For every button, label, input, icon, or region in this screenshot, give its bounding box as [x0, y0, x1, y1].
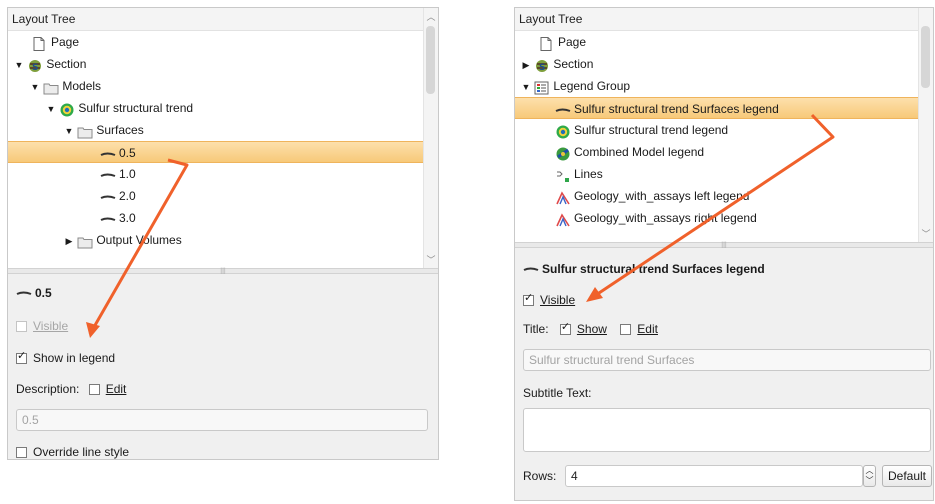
tree-item-page[interactable]: Page [8, 31, 424, 53]
right-panel: Layout Tree Page ▶ S Section ▼ Legend Gro… [514, 7, 934, 501]
checkmark-icon: ✓ [524, 292, 534, 304]
tree-item-sulfur-legend[interactable]: Sulfur structural trend legend [515, 119, 919, 141]
override-line-style-checkbox[interactable]: Override line style [16, 445, 129, 459]
properties-pane: Sulfur structural trend Surfaces legend … [515, 248, 933, 500]
layout-tree-header: Layout Tree [515, 8, 933, 31]
edit-checkbox[interactable] [88, 384, 100, 395]
show-checkbox[interactable]: ✓ [559, 321, 571, 335]
page-icon [32, 36, 48, 51]
title-field[interactable]: Sulfur structural trend Surfaces [523, 349, 931, 371]
properties-heading: Sulfur structural trend Surfaces legend [523, 262, 765, 277]
layout-tree: Page ▼ S Section ▼ Models ▼ Sulfur struct… [8, 31, 424, 269]
checkbox-box[interactable] [16, 447, 27, 458]
surface-line-icon [100, 147, 116, 161]
legend-group-icon [534, 80, 550, 95]
folder-icon [77, 234, 93, 249]
scroll-down-icon[interactable]: ﹀ [919, 227, 933, 240]
description-field[interactable]: 0.5 [16, 409, 428, 431]
left-panel: Layout Tree Page ▼ S Section ▼ Models ▼ S… [7, 7, 439, 460]
surface-line-icon [16, 287, 32, 301]
checkmark-icon: ✓ [560, 321, 571, 333]
tree-item-section[interactable]: ▶ S Section [515, 53, 919, 75]
expanded-arrow-icon[interactable]: ▼ [521, 76, 531, 98]
folder-icon [43, 80, 59, 95]
tree-item-sulfur-structural-trend[interactable]: ▼ Sulfur structural trend [8, 97, 424, 119]
tree-item-lines[interactable]: Lines [515, 163, 919, 185]
tree-item-surface-3-0[interactable]: 3.0 [8, 207, 424, 229]
tree-item-geology-right-legend[interactable]: Geology_with_assays right legend [515, 207, 919, 229]
tree-item-output-volumes[interactable]: ▶ Output Volumes [8, 229, 424, 251]
layout-tree: Page ▶ S Section ▼ Legend Group Sulfur st… [515, 31, 919, 243]
model-icon [555, 124, 571, 139]
surface-line-icon [555, 103, 571, 117]
description-row: Description: Edit [16, 382, 127, 396]
lines-icon [555, 168, 571, 182]
show-in-legend-checkbox[interactable]: ✓ Show in legend [16, 351, 115, 365]
tree-item-models[interactable]: ▼ Models [8, 75, 424, 97]
visible-checkbox[interactable]: ✓ Visible [523, 293, 575, 307]
tree-item-surface-2-0[interactable]: 2.0 [8, 185, 424, 207]
default-button[interactable]: Default [882, 465, 932, 487]
drillhole-icon [555, 190, 571, 205]
tree-item-surfaces[interactable]: ▼ Surfaces [8, 119, 424, 141]
surface-line-icon [523, 263, 539, 277]
properties-heading: 0.5 [16, 286, 52, 301]
tree-item-legend-group[interactable]: ▼ Legend Group [515, 75, 919, 97]
expanded-arrow-icon[interactable]: ▼ [30, 76, 40, 98]
layout-tree-header: Layout Tree [8, 8, 438, 31]
scroll-up-icon[interactable]: ︿ [424, 10, 438, 23]
scrollbar-thumb[interactable] [921, 26, 930, 88]
scroll-down-icon[interactable]: ﹀ [424, 253, 438, 266]
rows-spinbox[interactable]: 4 [565, 465, 863, 487]
model-icon [59, 102, 75, 117]
checkbox-box [16, 321, 27, 332]
tree-item-combined-model-legend[interactable]: Combined Model legend [515, 141, 919, 163]
drillhole-icon [555, 212, 571, 227]
tree-item-surface-1-0[interactable]: 1.0 [8, 163, 424, 185]
section-icon: S [534, 58, 550, 73]
combined-model-icon [555, 146, 571, 161]
edit-checkbox[interactable] [620, 324, 632, 335]
subtitle-label: Subtitle Text: [523, 386, 592, 400]
title-row: Title: ✓ Show Edit [523, 321, 658, 337]
checkbox-box[interactable]: ✓ [16, 350, 27, 364]
expanded-arrow-icon[interactable]: ▼ [46, 98, 56, 120]
section-icon: S [27, 58, 43, 73]
tree-item-sulfur-surfaces-legend[interactable]: Sulfur structural trend Surfaces legend [515, 97, 919, 119]
tree-scrollbar[interactable]: ︿ ﹀ [423, 8, 438, 268]
scrollbar-thumb[interactable] [426, 26, 435, 94]
rows-label: Rows: [523, 469, 557, 483]
svg-text:S: S [32, 63, 38, 73]
properties-pane: 0.5 Visible ✓ Show in legend Description:… [8, 274, 438, 459]
svg-text:S: S [539, 63, 545, 73]
folder-icon [77, 124, 93, 139]
surface-line-icon [100, 190, 116, 204]
expanded-arrow-icon[interactable]: ▼ [64, 120, 74, 142]
checkbox-box[interactable]: ✓ [523, 292, 534, 306]
tree-scrollbar[interactable]: ﹀ [918, 8, 933, 242]
tree-item-page[interactable]: Page [515, 31, 919, 53]
surface-line-icon [100, 212, 116, 226]
tree-item-section[interactable]: ▼ S Section [8, 53, 424, 75]
rows-stepper[interactable]: ︿ ﹀ [863, 465, 876, 487]
subtitle-textarea[interactable] [523, 408, 931, 452]
page-icon [539, 36, 555, 51]
tree-item-surface-0-5[interactable]: 0.5 [8, 141, 424, 163]
collapsed-arrow-icon[interactable]: ▶ [521, 54, 531, 76]
checkmark-icon: ✓ [17, 350, 27, 362]
surface-line-icon [100, 168, 116, 182]
expanded-arrow-icon[interactable]: ▼ [14, 54, 24, 76]
tree-item-geology-left-legend[interactable]: Geology_with_assays left legend [515, 185, 919, 207]
visible-checkbox: Visible [16, 319, 68, 333]
collapsed-arrow-icon[interactable]: ▶ [64, 230, 74, 252]
